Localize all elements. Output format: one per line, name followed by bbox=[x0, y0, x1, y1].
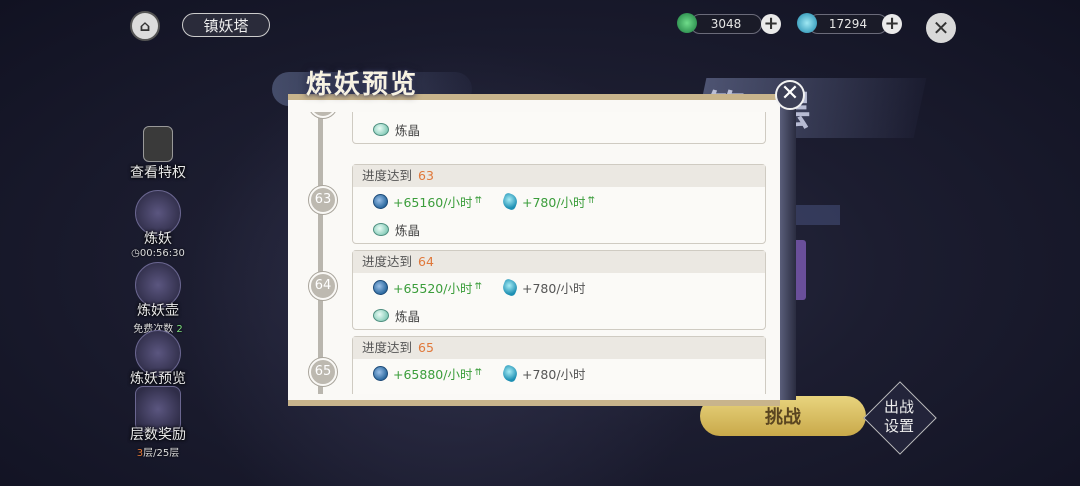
progress-timeline bbox=[318, 112, 323, 394]
clock-icon: ◷ bbox=[131, 248, 140, 259]
timeline-node-63: 63 bbox=[309, 186, 337, 214]
gain-row: +65160/小时 ⇈ +780/小时 ⇈ bbox=[353, 187, 765, 215]
upgrade-arrow-icon: ⇈ bbox=[587, 196, 596, 206]
coin-icon bbox=[373, 365, 388, 381]
refine-timer: ◷00:56:30 bbox=[124, 248, 192, 259]
gem-icon bbox=[500, 363, 520, 383]
coin-gain: +65880/小时 ⇈ bbox=[373, 359, 482, 387]
jade-currency-icon bbox=[677, 13, 697, 33]
gain-row: +65880/小时 ⇈ +780/小时 bbox=[353, 359, 765, 387]
crystal-label: 炼晶 bbox=[395, 308, 421, 324]
gem-gain-value: +780/小时 bbox=[522, 366, 586, 382]
crystal-reward: 炼晶 bbox=[373, 301, 420, 329]
deploy-label-line-2: 设置 bbox=[883, 417, 914, 435]
gem-currency-icon bbox=[797, 13, 817, 33]
reward-card-65: 进度达到 65 +65880/小时⇈ +780/小时 炼晶 bbox=[352, 336, 766, 394]
refine-button[interactable]: 炼妖 ◷00:56:30 bbox=[124, 190, 192, 259]
progress-label: 进度达到 bbox=[362, 254, 413, 269]
crystal-label: 炼晶 bbox=[395, 392, 420, 395]
home-icon[interactable]: ⌂ bbox=[130, 11, 160, 41]
scroll-icon bbox=[143, 126, 173, 162]
progress-level: 65 bbox=[418, 340, 434, 355]
add-currency-2-button[interactable]: + bbox=[882, 14, 902, 34]
preview-dialog: 炼晶 63 进度达到 63 +65160/小时 ⇈ +780/小时 ⇈ 炼晶 6… bbox=[288, 94, 780, 406]
reward-card-64: 进度达到 64 +65520/小时 ⇈ +780/小时 炼晶 bbox=[352, 250, 766, 330]
coin-gain-value: +65520/小时 bbox=[393, 280, 473, 296]
card-header: 进度达到 63 bbox=[353, 165, 765, 187]
floor-reward-total: 层/25层 bbox=[143, 448, 180, 459]
privilege-button[interactable]: 查看特权 bbox=[124, 126, 192, 182]
crystal-label: 炼晶 bbox=[395, 122, 421, 138]
coin-icon bbox=[373, 279, 388, 295]
coin-gain-value: +65880/小时 bbox=[393, 366, 473, 382]
refine-timer-value: 00:56:30 bbox=[139, 248, 185, 259]
privilege-label: 查看特权 bbox=[130, 165, 186, 181]
gem-gain-value: +780/小时 bbox=[522, 280, 586, 296]
upgrade-arrow-icon: ⇈ bbox=[474, 368, 482, 378]
dialog-scroll-list[interactable]: 炼晶 63 进度达到 63 +65160/小时 ⇈ +780/小时 ⇈ 炼晶 6… bbox=[288, 112, 780, 394]
timeline-node-64: 64 bbox=[309, 272, 337, 300]
coin-gain: +65160/小时 ⇈ bbox=[373, 187, 482, 215]
coin-gain: +65520/小时 ⇈ bbox=[373, 273, 482, 301]
tower-name-pill: 镇妖塔 bbox=[182, 13, 270, 37]
crystal-row: 炼晶 bbox=[353, 301, 765, 329]
crystal-reward: 炼晶 bbox=[373, 215, 420, 243]
crystal-row: 炼晶 bbox=[353, 387, 765, 394]
refine-label: 炼妖 bbox=[144, 231, 172, 247]
gem-icon bbox=[500, 191, 520, 211]
close-icon[interactable]: ✕ bbox=[926, 13, 956, 43]
coin-gain-value: +65160/小时 bbox=[393, 194, 473, 210]
reward-card-partial: 炼晶 bbox=[352, 112, 766, 144]
crystal-row: 炼晶 bbox=[353, 215, 765, 243]
gem-gain-value: +780/小时 bbox=[522, 194, 586, 210]
floor-reward-label: 层数奖励 bbox=[130, 427, 186, 443]
preview-button[interactable]: 炼妖预览 bbox=[124, 330, 192, 388]
gain-row: +65520/小时 ⇈ +780/小时 bbox=[353, 273, 765, 301]
deploy-settings-label: 出战 设置 bbox=[874, 398, 924, 436]
progress-label: 进度达到 bbox=[362, 168, 413, 183]
progress-level: 64 bbox=[418, 254, 434, 269]
crystal-icon bbox=[373, 222, 389, 236]
crystal-icon bbox=[373, 122, 389, 136]
preview-label: 炼妖预览 bbox=[130, 371, 186, 387]
gem-icon bbox=[500, 277, 520, 297]
reward-card-63: 进度达到 63 +65160/小时 ⇈ +780/小时 ⇈ 炼晶 bbox=[352, 164, 766, 244]
card-header: 进度达到 64 bbox=[353, 251, 765, 273]
dialog-close-icon[interactable]: ✕ bbox=[775, 80, 805, 110]
gem-gain: +780/小时 bbox=[500, 273, 586, 301]
crystal-reward: 炼晶 bbox=[373, 115, 420, 143]
gem-gain: +780/小时 ⇈ bbox=[500, 187, 596, 215]
crystal-reward: 炼晶 bbox=[373, 387, 420, 394]
crystal-label: 炼晶 bbox=[395, 222, 421, 238]
progress-label: 进度达到 bbox=[362, 340, 413, 355]
timeline-node-65: 65 bbox=[309, 358, 337, 386]
crystal-icon bbox=[373, 308, 389, 322]
crystal-row: 炼晶 bbox=[353, 115, 765, 143]
dialog-title: 炼妖预览 bbox=[306, 70, 419, 100]
upgrade-arrow-icon: ⇈ bbox=[474, 282, 482, 292]
card-header: 进度达到 65 bbox=[353, 337, 765, 359]
pot-label: 炼妖壶 bbox=[137, 303, 179, 319]
deploy-label-line-1: 出战 bbox=[883, 398, 914, 416]
upgrade-arrow-icon: ⇈ bbox=[474, 196, 482, 206]
floor-reward-button[interactable]: 层数奖励 3层/25层 bbox=[124, 386, 192, 459]
currency-2-value: 17294 bbox=[808, 14, 888, 34]
pot-button[interactable]: 炼妖壶 免费次数 2 bbox=[124, 262, 192, 335]
progress-level: 63 bbox=[418, 168, 434, 183]
gem-gain: +780/小时 bbox=[500, 359, 586, 387]
floor-reward-progress: 3层/25层 bbox=[124, 444, 192, 459]
add-currency-1-button[interactable]: + bbox=[761, 14, 781, 34]
timeline-node bbox=[309, 112, 337, 118]
dialog-frame bbox=[780, 100, 796, 400]
currency-1-value: 3048 bbox=[690, 14, 762, 34]
coin-icon bbox=[373, 193, 388, 209]
